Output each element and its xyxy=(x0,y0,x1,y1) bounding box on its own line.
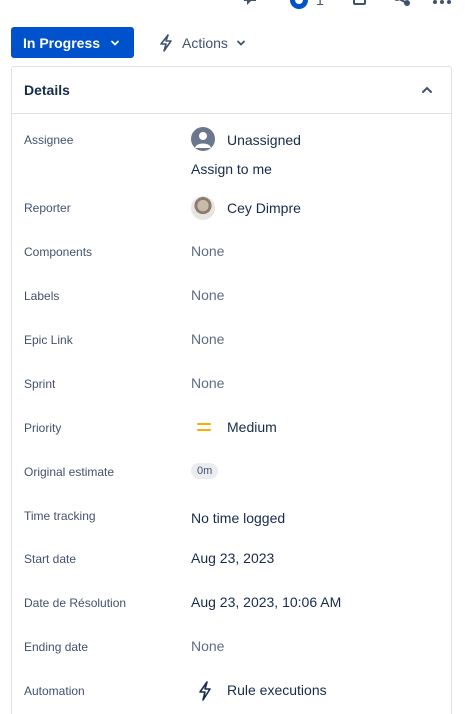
field-label: Epic Link xyxy=(24,333,73,347)
field-value[interactable]: None xyxy=(191,287,224,303)
field-label: Sprint xyxy=(24,377,56,391)
field-label: Components xyxy=(24,245,93,259)
field-label: Reporter xyxy=(24,201,71,215)
field-value[interactable]: Aug 23, 2023 xyxy=(191,550,274,566)
actions-button[interactable]: Actions xyxy=(150,27,260,58)
field-value[interactable]: Cey Dimpre xyxy=(227,200,301,216)
field-label: Automation xyxy=(24,684,85,698)
field-value[interactable]: None xyxy=(191,638,224,654)
details-panel: Details Assignee Unassigned Assign to me… xyxy=(11,66,452,714)
assign-to-me-link[interactable]: Assign to me xyxy=(191,161,272,177)
copy-icon[interactable] xyxy=(350,0,370,10)
watch-count: 1 xyxy=(316,0,324,8)
more-icon[interactable] xyxy=(432,0,452,10)
avatar xyxy=(191,196,215,220)
field-label: Time tracking xyxy=(24,509,96,523)
feedback-icon[interactable] xyxy=(240,0,260,10)
field-label: Priority xyxy=(24,421,62,435)
field-label: Labels xyxy=(24,289,60,303)
field-value[interactable]: None xyxy=(191,331,224,347)
details-panel-header[interactable]: Details xyxy=(12,67,451,114)
lightning-icon xyxy=(199,681,211,701)
field-value[interactable]: None xyxy=(191,243,224,259)
field-value[interactable]: Medium xyxy=(227,419,277,435)
rule-executions-link[interactable]: Rule executions xyxy=(227,682,327,698)
field-value[interactable]: Aug 23, 2023, 10:06 AM xyxy=(191,594,341,610)
status-label: In Progress xyxy=(23,34,101,51)
field-label: Original estimate xyxy=(24,465,115,479)
user-icon xyxy=(195,132,211,148)
chevron-up-icon[interactable] xyxy=(421,85,433,95)
field-label: Date de Résolution xyxy=(24,596,127,610)
lightning-icon xyxy=(160,33,172,52)
field-value[interactable]: None xyxy=(191,375,224,391)
status-button[interactable]: In Progress xyxy=(11,27,134,58)
share-icon[interactable] xyxy=(392,0,412,10)
field-label: Assignee xyxy=(24,133,74,147)
actions-label: Actions xyxy=(182,34,228,51)
field-value[interactable]: No time logged xyxy=(191,510,285,526)
field-value[interactable]: Unassigned xyxy=(227,132,301,148)
priority-medium-icon xyxy=(197,423,211,431)
chevron-down-icon xyxy=(111,40,119,46)
watch-icon[interactable] xyxy=(289,0,309,10)
field-label: Ending date xyxy=(24,640,89,654)
estimate-lozenge[interactable]: 0m xyxy=(191,463,219,479)
panel-title: Details xyxy=(24,82,70,98)
issue-toolbar: 1 xyxy=(0,0,465,14)
avatar xyxy=(191,127,215,151)
chevron-down-icon xyxy=(237,40,245,46)
field-label: Start date xyxy=(24,552,77,566)
